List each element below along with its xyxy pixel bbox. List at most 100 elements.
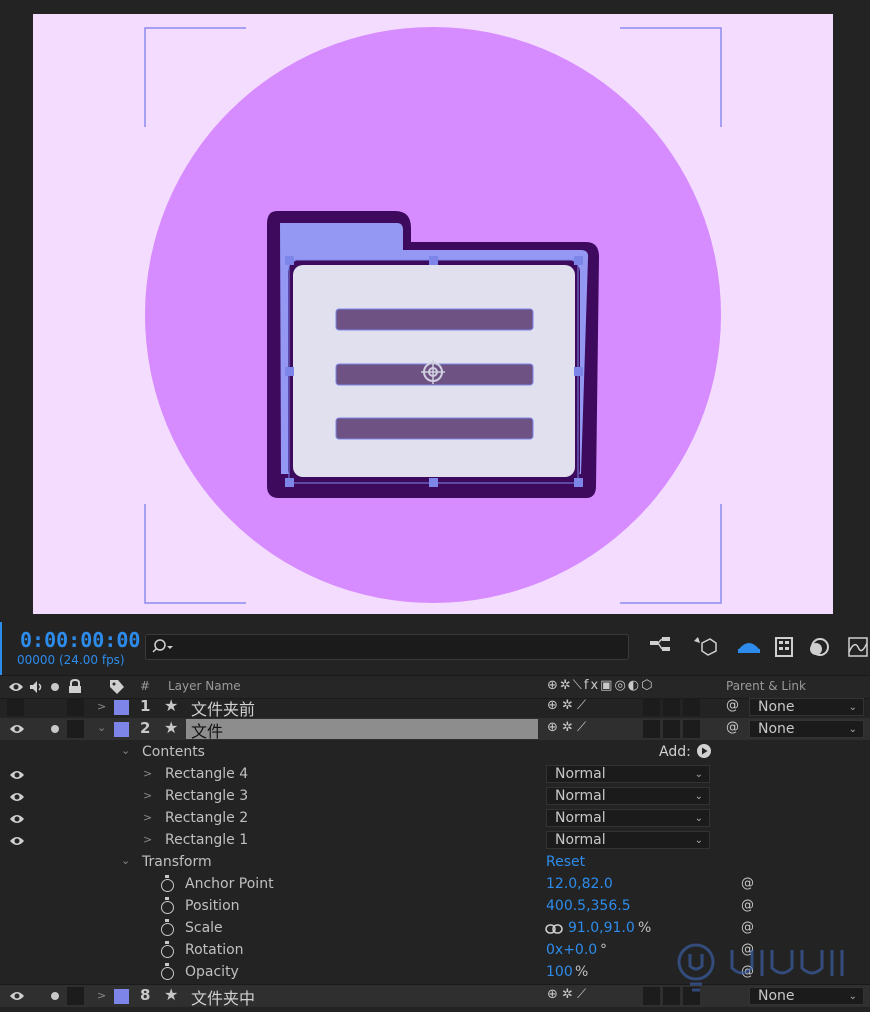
content-item-row[interactable]: > Rectangle 1 Normal ⌄ [0, 830, 870, 852]
blend-mode-dropdown[interactable]: Normal ⌄ [546, 765, 710, 783]
graph-editor-icon[interactable] [846, 635, 870, 659]
frame-blending-icon[interactable] [772, 635, 798, 659]
visibility-toggle[interactable] [7, 698, 24, 716]
anchor-point-value[interactable]: 12.0,82.0 [546, 876, 613, 892]
layer-switches[interactable]: ⊕ ✲ ⟋ [547, 987, 586, 1002]
label-tag-icon[interactable] [109, 679, 125, 695]
blend-mode-dropdown[interactable]: Normal ⌄ [546, 809, 710, 827]
folder-line-bottom[interactable] [335, 417, 534, 440]
contents-group-row[interactable]: ⌄ Contents Add: [0, 742, 870, 764]
anchor-point-row[interactable]: Anchor Point 12.0,82.0 @ [0, 874, 870, 896]
switch-cell[interactable] [643, 698, 660, 716]
expand-chevron-icon[interactable]: > [143, 767, 152, 780]
draft-3d-icon[interactable] [692, 635, 718, 659]
reset-link[interactable]: Reset [546, 854, 585, 870]
layer-name[interactable]: 文件夹前 [191, 696, 255, 720]
pick-whip-icon[interactable]: @ [726, 698, 739, 713]
rotation-value[interactable]: 0x+0.0 [546, 942, 597, 958]
stopwatch-icon[interactable] [161, 919, 174, 936]
expand-chevron-icon[interactable]: > [97, 700, 106, 713]
switch-cell[interactable] [683, 720, 700, 738]
folder-line-top[interactable] [335, 308, 534, 331]
composition-canvas[interactable] [33, 14, 833, 614]
eye-icon[interactable] [9, 791, 25, 803]
eye-icon[interactable] [9, 723, 25, 735]
collapse-chevron-icon[interactable]: ⌄ [121, 854, 130, 867]
expand-chevron-icon[interactable]: > [143, 789, 152, 802]
solo-toggle[interactable] [51, 725, 59, 733]
layer-switches[interactable]: ⊕ ✲ ⟋ [547, 698, 586, 713]
expression-pick-whip-icon[interactable]: @ [741, 876, 754, 891]
constrain-proportions-link-icon[interactable] [545, 924, 563, 934]
content-item-row[interactable]: > Rectangle 3 Normal ⌄ [0, 786, 870, 808]
layer-row-1[interactable]: > 1 ★ 文件夹前 ⊕ ✲ ⟋ @ None ⌄ [0, 696, 870, 720]
composition-viewer[interactable] [33, 14, 833, 614]
parent-dropdown[interactable]: None ⌄ [749, 698, 864, 716]
stopwatch-icon[interactable] [161, 941, 174, 958]
stopwatch-icon[interactable] [161, 875, 174, 892]
stopwatch-icon[interactable] [161, 897, 174, 914]
transform-group-row[interactable]: ⌄ Transform Reset [0, 852, 870, 874]
layer-number: 8 [140, 986, 151, 1004]
switch-cell[interactable] [663, 698, 680, 716]
layer-label-color[interactable] [114, 700, 129, 715]
collapse-chevron-icon[interactable]: ⌄ [121, 744, 130, 757]
lock-toggle[interactable] [67, 987, 84, 1005]
lock-toggle[interactable] [67, 698, 84, 716]
pick-whip-icon[interactable]: @ [726, 720, 739, 735]
scale-value[interactable]: 91.0,91.0 [568, 920, 635, 936]
layer-label-color[interactable] [114, 989, 129, 1004]
content-item-name[interactable]: Rectangle 3 [165, 788, 248, 804]
eye-icon[interactable] [9, 990, 25, 1002]
switch-cell[interactable] [663, 720, 680, 738]
content-item-row[interactable]: > Rectangle 2 Normal ⌄ [0, 808, 870, 830]
expression-pick-whip-icon[interactable]: @ [741, 898, 754, 913]
hide-shy-layers-icon[interactable] [736, 635, 762, 659]
layer-row-2[interactable]: ⌄ 2 ★ 文件 ⊕ ✲ ⟋ @ None ⌄ [0, 718, 870, 742]
opacity-value[interactable]: 100 [546, 964, 573, 980]
content-item-name[interactable]: Rectangle 2 [165, 810, 248, 826]
layer-name[interactable]: 文件 [191, 718, 223, 742]
add-menu-play-icon[interactable] [697, 744, 711, 758]
shape-layer-star-icon: ★ [164, 985, 179, 1004]
lock-column-icon[interactable] [68, 679, 82, 694]
expand-chevron-icon[interactable]: > [97, 989, 106, 1002]
lock-toggle[interactable] [67, 720, 84, 738]
content-item-name[interactable]: Rectangle 4 [165, 766, 248, 782]
content-item-row[interactable]: > Rectangle 4 Normal ⌄ [0, 764, 870, 786]
layer-name-column-header[interactable]: Layer Name [168, 679, 241, 693]
expression-pick-whip-icon[interactable]: @ [741, 920, 754, 935]
expand-chevron-icon[interactable]: > [143, 833, 152, 846]
switch-cell[interactable] [643, 720, 660, 738]
stopwatch-icon[interactable] [161, 963, 174, 980]
parent-link-column-header[interactable]: Parent & Link [726, 679, 806, 693]
opacity-unit: % [575, 964, 589, 980]
switch-cell[interactable] [643, 987, 660, 1005]
expand-chevron-icon[interactable]: > [143, 811, 152, 824]
layer-switches[interactable]: ⊕ ✲ ⟋ [547, 720, 586, 735]
number-column-header[interactable]: # [140, 679, 150, 693]
blend-mode-dropdown[interactable]: Normal ⌄ [546, 787, 710, 805]
eye-icon[interactable] [9, 769, 25, 781]
eye-icon[interactable] [9, 835, 25, 847]
collapse-chevron-icon[interactable]: ⌄ [97, 721, 106, 734]
switch-cell[interactable] [683, 698, 700, 716]
blend-mode-dropdown[interactable]: Normal ⌄ [546, 831, 710, 849]
layer-search-input[interactable] [145, 634, 629, 660]
motion-blur-icon[interactable] [806, 635, 832, 659]
layer-name[interactable]: 文件夹中 [191, 985, 255, 1009]
position-value[interactable]: 400.5,356.5 [546, 898, 631, 914]
layer-label-color[interactable] [114, 722, 129, 737]
solo-toggle[interactable] [51, 992, 59, 1000]
layer-name-highlight[interactable] [186, 719, 538, 739]
composition-flowchart-icon[interactable] [648, 635, 674, 659]
audio-column-icon[interactable] [29, 680, 45, 694]
solo-column-icon[interactable] [51, 683, 59, 691]
current-time-display[interactable]: 0:00:00:00 [20, 628, 140, 652]
eye-icon[interactable] [9, 813, 25, 825]
eye-column-icon[interactable] [8, 681, 24, 693]
content-item-name[interactable]: Rectangle 1 [165, 832, 248, 848]
scale-row[interactable]: Scale 91.0,91.0 % @ [0, 918, 870, 940]
parent-dropdown[interactable]: None ⌄ [749, 720, 864, 738]
position-row[interactable]: Position 400.5,356.5 @ [0, 896, 870, 918]
